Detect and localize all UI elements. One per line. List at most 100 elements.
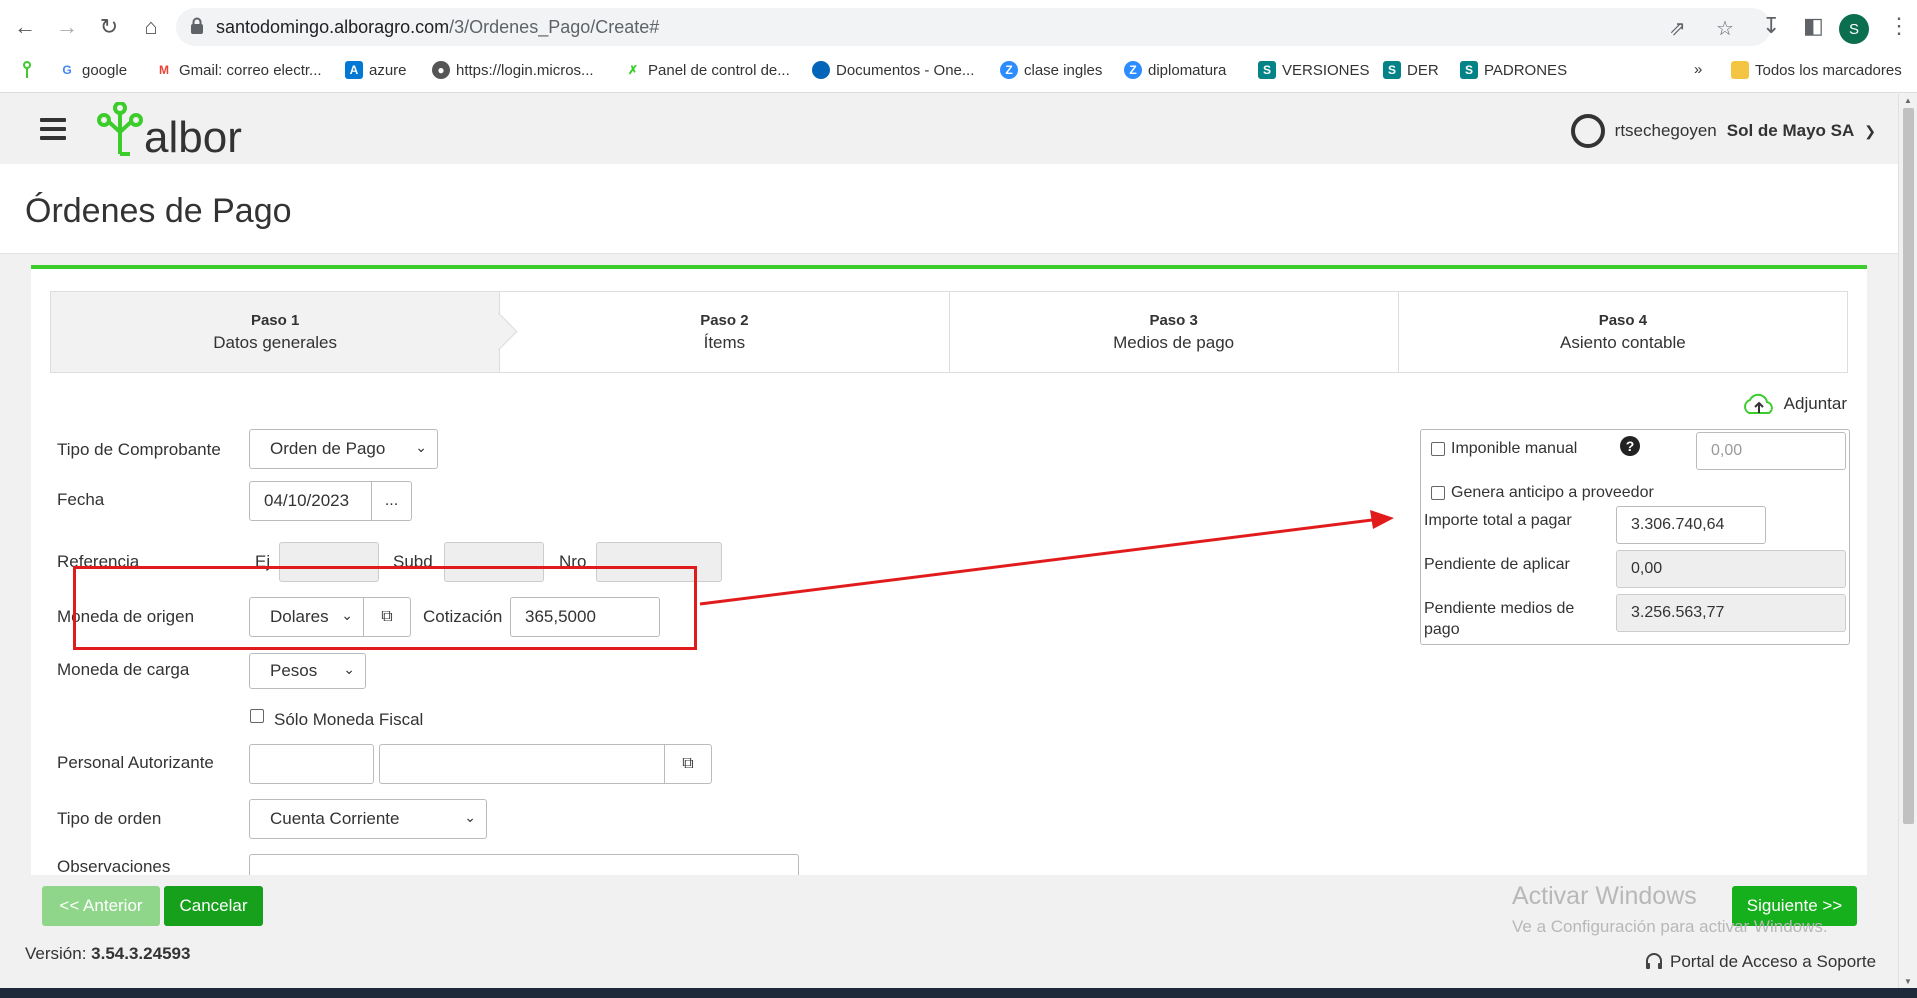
username: rtsechegoyen	[1614, 121, 1717, 140]
onedrive-icon	[812, 61, 830, 79]
moneda-carga-select[interactable]: Pesos ⌄	[249, 653, 366, 689]
step-number: Paso 1	[250, 311, 300, 329]
pendiente-medios-input: 3.256.563,77	[1616, 594, 1846, 632]
windows-activation-watermark: Activar Windows Ve a Configuración para …	[1512, 882, 1828, 937]
help-icon[interactable]: ?	[1620, 436, 1640, 456]
imponible-manual-input[interactable]: 0,00	[1696, 432, 1846, 470]
browser-toolbar: ← → ↻ ⌂ santodomingo.alboragro.com/3/Ord…	[0, 0, 1917, 93]
forward-icon[interactable]: →	[50, 10, 84, 44]
bookmarks-bar: Ggoogle M Gmail: correo electr... Aazure …	[0, 55, 1917, 87]
select-value: Orden de Pago	[270, 439, 386, 458]
date-picker-button[interactable]: ...	[371, 481, 412, 521]
pendiente-aplicar-input: 0,00	[1616, 550, 1846, 588]
bookmark-der[interactable]: S DER	[1383, 61, 1439, 79]
personal-codigo-input[interactable]	[249, 744, 374, 784]
hamburger-menu-icon[interactable]	[40, 118, 66, 140]
page-title-bar: Órdenes de Pago	[0, 164, 1898, 254]
download-icon[interactable]: ↧	[1762, 13, 1780, 39]
observaciones-textarea[interactable]	[249, 854, 799, 875]
chevron-down-icon: ⌄	[415, 439, 427, 455]
step-items[interactable]: Paso 2 Ítems	[500, 292, 950, 372]
all-bookmarks-folder[interactable]: Todos los marcadores	[1731, 61, 1902, 79]
home-icon[interactable]: ⌂	[134, 10, 168, 44]
version-label: Versión:	[25, 944, 87, 963]
select-value: Cuenta Corriente	[270, 809, 400, 828]
personal-nombre-input[interactable]	[379, 744, 665, 784]
support-label: Portal de Acceso a Soporte	[1670, 952, 1877, 971]
back-icon[interactable]: ←	[8, 10, 42, 44]
share-icon[interactable]: ⇗	[1669, 16, 1686, 41]
step-number: Paso 4	[1598, 311, 1648, 329]
anterior-button[interactable]: << Anterior	[42, 886, 160, 926]
chevron-down-icon: ⌄	[464, 809, 476, 825]
bookmark-clase-ingles[interactable]: Zclase ingles	[1000, 61, 1102, 79]
step-asiento-contable[interactable]: Paso 4 Asiento contable	[1399, 292, 1847, 372]
url-text: santodomingo.alboragro.com/3/Ordenes_Pag…	[216, 17, 660, 37]
bookmark-padrones[interactable]: S PADRONES	[1460, 61, 1567, 79]
observaciones-label: Observaciones	[57, 857, 171, 875]
sharepoint-icon: S	[1383, 61, 1401, 79]
importe-total-input[interactable]: 3.306.740,64	[1616, 506, 1766, 544]
reload-icon[interactable]: ↻	[92, 10, 126, 44]
user-avatar-icon	[1570, 114, 1605, 148]
panel-icon: ✗	[624, 61, 642, 79]
support-portal-link[interactable]: Portal de Acceso a Soporte	[1644, 952, 1876, 972]
tipo-comprobante-label: Tipo de Comprobante	[57, 440, 221, 459]
bookmark-google[interactable]: Ggoogle	[58, 61, 127, 79]
tipo-orden-select[interactable]: Cuenta Corriente ⌄	[249, 799, 487, 839]
profile-avatar[interactable]: S	[1839, 14, 1869, 44]
step-datos-generales[interactable]: Paso 1 Datos generales	[51, 292, 501, 372]
os-taskbar	[0, 988, 1917, 998]
attach-button[interactable]: Adjuntar	[1740, 391, 1847, 417]
solo-moneda-fiscal-checkbox[interactable]	[250, 709, 264, 723]
tipo-comprobante-select[interactable]: Orden de Pago ⌄	[249, 429, 438, 469]
fecha-input[interactable]: 04/10/2023	[249, 481, 372, 521]
user-menu[interactable]: rtsechegoyen Sol de Mayo SA ❯	[1570, 114, 1876, 148]
bookmark-panel[interactable]: ✗ Panel de control de...	[624, 61, 790, 79]
address-bar[interactable]: santodomingo.alboragro.com/3/Ordenes_Pag…	[176, 8, 1771, 46]
step-label: Medios de pago	[1113, 332, 1235, 352]
side-panel-icon[interactable]: ◧	[1803, 13, 1824, 39]
zoom-icon: Z	[1000, 61, 1018, 79]
star-icon[interactable]: ☆	[1716, 16, 1734, 41]
albor-logo[interactable]: albor	[96, 100, 242, 160]
lock-icon	[191, 17, 203, 34]
bookmark-login[interactable]: ● https://login.micros...	[432, 61, 594, 79]
imponible-manual-checkbox[interactable]	[1431, 442, 1445, 456]
more-bookmarks-button[interactable]: »	[1694, 61, 1702, 78]
bookmark-diplomatura[interactable]: Zdiplomatura	[1124, 61, 1226, 79]
chevron-down-icon: ⌄	[343, 661, 355, 677]
moneda-carga-label: Moneda de carga	[57, 660, 190, 679]
bookmark-gmail[interactable]: M Gmail: correo electr...	[155, 61, 322, 79]
step-medios-de-pago[interactable]: Paso 3 Medios de pago	[950, 292, 1399, 372]
step-label: Datos generales	[213, 332, 338, 352]
menu-kebab-icon[interactable]: ⋮	[1888, 13, 1910, 39]
pendiente-medios-label: Pendiente medios de	[1424, 600, 1575, 617]
watermark-line-2: Ve a Configuración para activar Windows.	[1512, 917, 1828, 936]
tipo-orden-label: Tipo de orden	[57, 809, 162, 828]
genera-anticipo-checkbox[interactable]	[1431, 486, 1445, 500]
bookmark-azure[interactable]: Aazure	[345, 61, 407, 79]
watermark-line-1: Activar Windows	[1512, 882, 1697, 910]
scroll-down-icon[interactable]: ▼	[1904, 977, 1912, 986]
solo-moneda-fiscal-label: Sólo Moneda Fiscal	[274, 710, 424, 729]
page-title: Órdenes de Pago	[25, 192, 292, 230]
importe-total-label: Importe total a pagar	[1424, 512, 1572, 529]
cancelar-button[interactable]: Cancelar	[164, 886, 263, 926]
apps-bookmark-icon[interactable]	[18, 61, 36, 79]
company-name: Sol de Mayo SA	[1726, 121, 1855, 140]
step-number: Paso 3	[1149, 311, 1198, 329]
chevron-down-icon: ❯	[1864, 122, 1876, 139]
attach-label: Adjuntar	[1783, 394, 1847, 413]
scrollbar-thumb[interactable]	[1903, 108, 1914, 824]
bookmark-versiones[interactable]: S VERSIONES	[1258, 61, 1370, 79]
external-link-icon[interactable]: ⧉	[664, 744, 712, 784]
fecha-label: Fecha	[57, 490, 105, 509]
scroll-up-icon[interactable]: ▲	[1904, 96, 1912, 105]
page-scrollbar[interactable]: ▲ ▼	[1898, 94, 1917, 988]
app-header: albor rtsechegoyen Sol de Mayo SA ❯	[0, 94, 1898, 164]
bookmark-onedrive[interactable]: Documentos - One...	[812, 61, 974, 79]
gmail-icon: M	[155, 61, 173, 79]
imponible-manual-label: Imponible manual	[1451, 440, 1578, 457]
step-label: Asiento contable	[1560, 332, 1686, 352]
